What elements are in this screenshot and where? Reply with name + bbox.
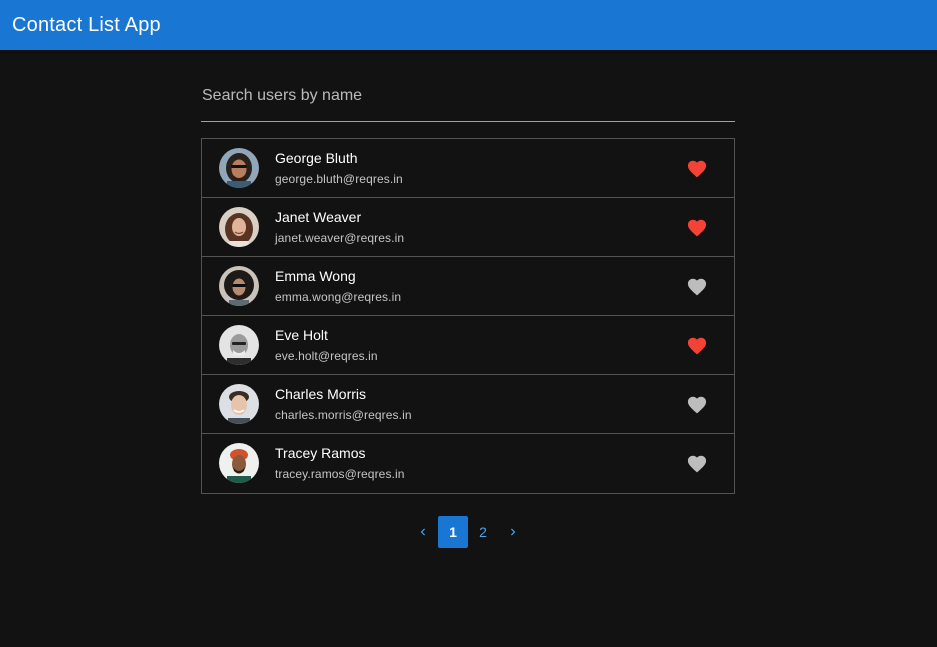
- search-input[interactable]: [201, 78, 735, 114]
- next-page-button[interactable]: [498, 516, 528, 548]
- chevron-left-icon: [420, 528, 425, 536]
- contact-email: eve.holt@reqres.in: [275, 349, 378, 363]
- avatar: [219, 325, 259, 365]
- favorite-button[interactable]: [682, 153, 712, 183]
- avatar: [219, 148, 259, 188]
- contact-email: george.bluth@reqres.in: [275, 172, 403, 186]
- avatar: [219, 443, 259, 483]
- favorite-button[interactable]: [682, 448, 712, 478]
- contact-email: emma.wong@reqres.in: [275, 290, 402, 304]
- avatar: [219, 384, 259, 424]
- favorite-button[interactable]: [682, 212, 712, 242]
- contact-row[interactable]: Eve Holt eve.holt@reqres.in: [202, 316, 734, 375]
- contact-info: George Bluth george.bluth@reqres.in: [275, 150, 403, 186]
- contact-list: George Bluth george.bluth@reqres.in Jane…: [201, 138, 735, 494]
- contact-row[interactable]: Charles Morris charles.morris@reqres.in: [202, 375, 734, 434]
- heart-icon: [687, 396, 707, 414]
- heart-icon: [687, 455, 707, 473]
- contact-info: Charles Morris charles.morris@reqres.in: [275, 386, 412, 422]
- heart-icon: [687, 278, 707, 296]
- contact-name: George Bluth: [275, 150, 358, 166]
- contact-info: Emma Wong emma.wong@reqres.in: [275, 268, 401, 304]
- contact-email: tracey.ramos@reqres.in: [275, 467, 405, 481]
- page-button-2[interactable]: 2: [468, 516, 498, 548]
- contact-row[interactable]: Emma Wong emma.wong@reqres.in: [202, 257, 734, 316]
- contact-name: Janet Weaver: [275, 209, 362, 225]
- app-title: Contact List App: [12, 13, 161, 36]
- favorite-button[interactable]: [682, 271, 712, 301]
- contact-row[interactable]: Janet Weaver janet.weaver@reqres.in: [202, 198, 734, 257]
- contact-name: Charles Morris: [275, 386, 367, 402]
- contact-row[interactable]: George Bluth george.bluth@reqres.in: [202, 139, 734, 198]
- heart-icon: [687, 337, 707, 355]
- contact-info: Janet Weaver janet.weaver@reqres.in: [275, 209, 404, 245]
- heart-icon: [687, 219, 707, 237]
- contact-name: Tracey Ramos: [275, 445, 366, 461]
- app-bar: Contact List App: [0, 0, 937, 50]
- heart-icon: [687, 160, 707, 178]
- contact-row[interactable]: Tracey Ramos tracey.ramos@reqres.in: [202, 434, 734, 493]
- prev-page-button[interactable]: [408, 516, 438, 548]
- contact-name: Emma Wong: [275, 268, 356, 284]
- contact-info: Tracey Ramos tracey.ramos@reqres.in: [275, 445, 405, 481]
- contact-email: janet.weaver@reqres.in: [275, 231, 405, 245]
- favorite-button[interactable]: [682, 330, 712, 360]
- page-button-1[interactable]: 1: [438, 516, 468, 548]
- favorite-button[interactable]: [682, 389, 712, 419]
- avatar: [219, 266, 259, 306]
- contact-info: Eve Holt eve.holt@reqres.in: [275, 327, 378, 363]
- search-field[interactable]: [201, 78, 735, 122]
- chevron-right-icon: [511, 528, 516, 536]
- pagination: 1 2: [408, 516, 528, 548]
- contact-email: charles.morris@reqres.in: [275, 408, 412, 422]
- avatar: [219, 207, 259, 247]
- contact-name: Eve Holt: [275, 327, 328, 343]
